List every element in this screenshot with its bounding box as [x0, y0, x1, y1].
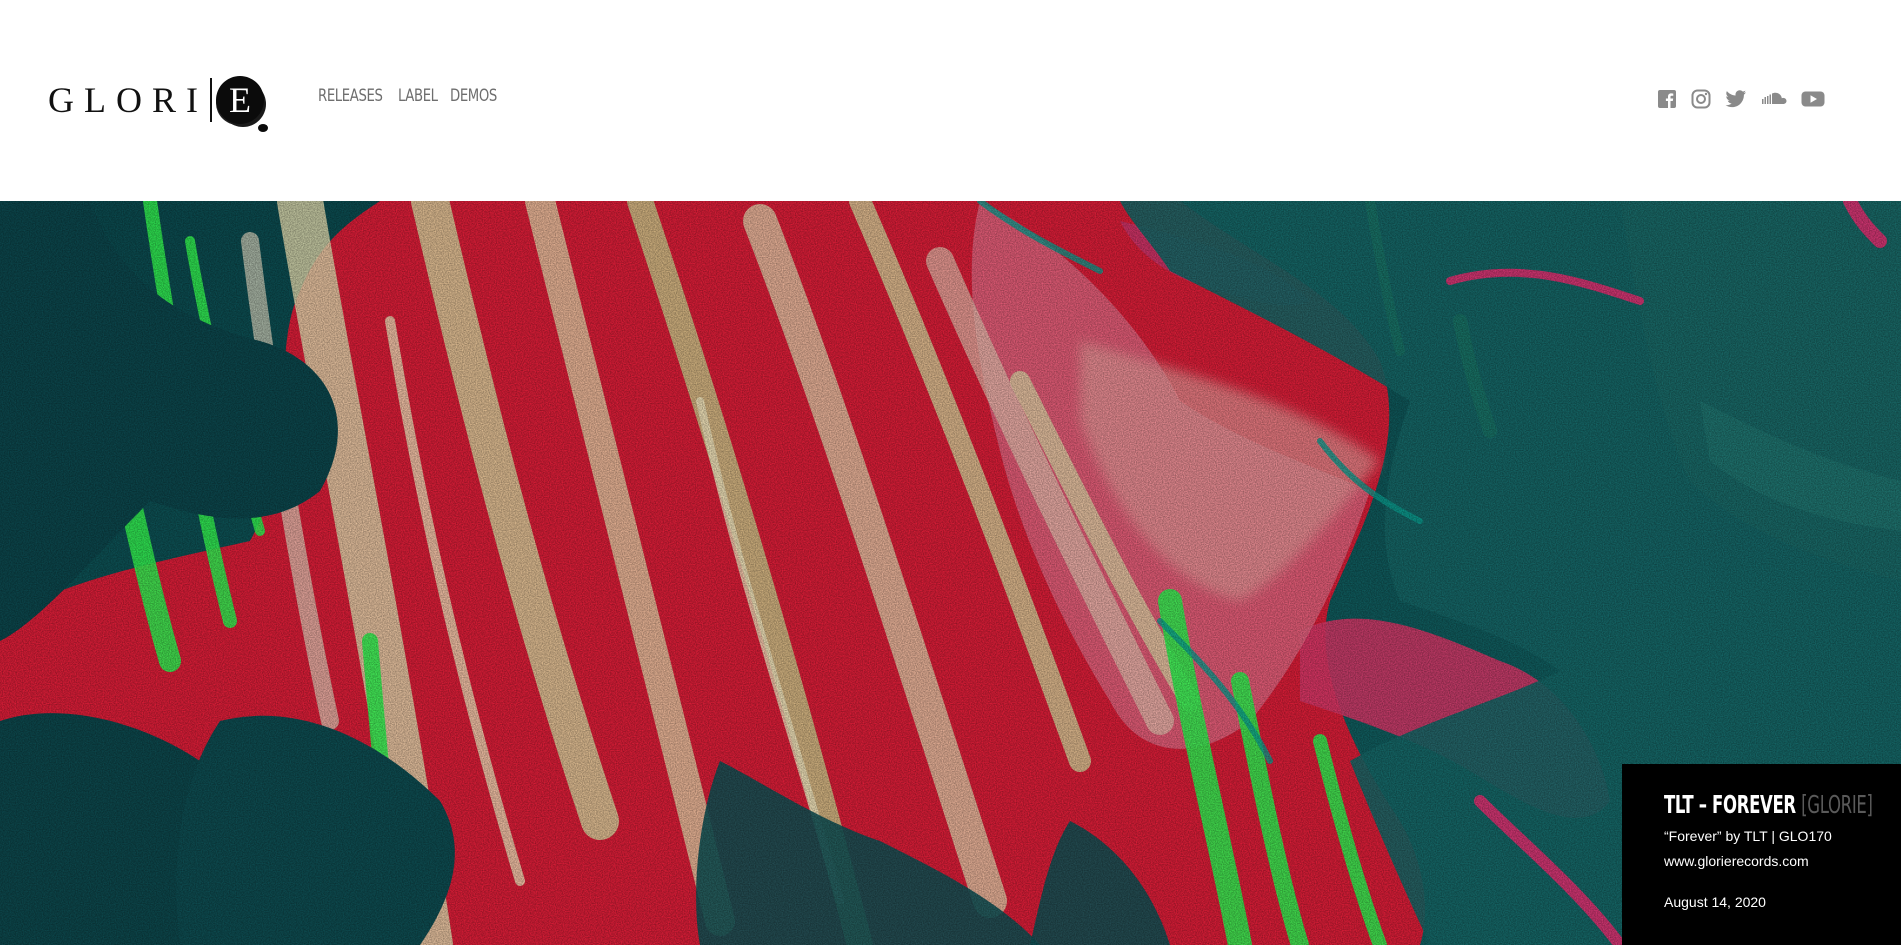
social-links — [1657, 88, 1825, 110]
release-website: www.glorierecords.com — [1664, 853, 1809, 869]
release-date: August 14, 2020 — [1664, 894, 1766, 910]
release-title[interactable]: TLT – FOREVER [GLORIE] — [1664, 790, 1873, 819]
release-title-text: TLT – FOREVER — [1664, 790, 1796, 819]
site-header: GLORI E RELEASES LABEL DEMOS — [0, 0, 1901, 201]
release-subtitle: “Forever” by TLT | GLO170 — [1664, 828, 1832, 844]
logo-seal-letter: E — [229, 80, 251, 120]
facebook-icon[interactable] — [1657, 88, 1677, 110]
glorie-logo[interactable]: GLORI E — [48, 70, 268, 132]
nav-label[interactable]: LABEL — [398, 86, 438, 106]
release-caption-card: TLT – FOREVER [GLORIE] “Forever” by TLT … — [1622, 764, 1901, 945]
logo-divider — [210, 78, 212, 122]
logo-ink-drip — [258, 124, 268, 132]
logo-wordmark: GLORI — [48, 80, 208, 120]
instagram-icon[interactable] — [1691, 88, 1711, 110]
youtube-icon[interactable] — [1801, 88, 1825, 110]
logo-seal: E — [216, 76, 268, 132]
nav-releases[interactable]: RELEASES — [318, 86, 383, 106]
soundcloud-icon[interactable] — [1761, 88, 1787, 110]
nav-demos[interactable]: DEMOS — [450, 86, 497, 106]
main-nav: RELEASES LABEL DEMOS — [318, 86, 497, 106]
abstract-paint-artwork — [0, 201, 1901, 945]
hero-artwork — [0, 201, 1901, 945]
twitter-icon[interactable] — [1725, 88, 1747, 110]
release-brand-tag: [GLORIE] — [1801, 790, 1873, 819]
